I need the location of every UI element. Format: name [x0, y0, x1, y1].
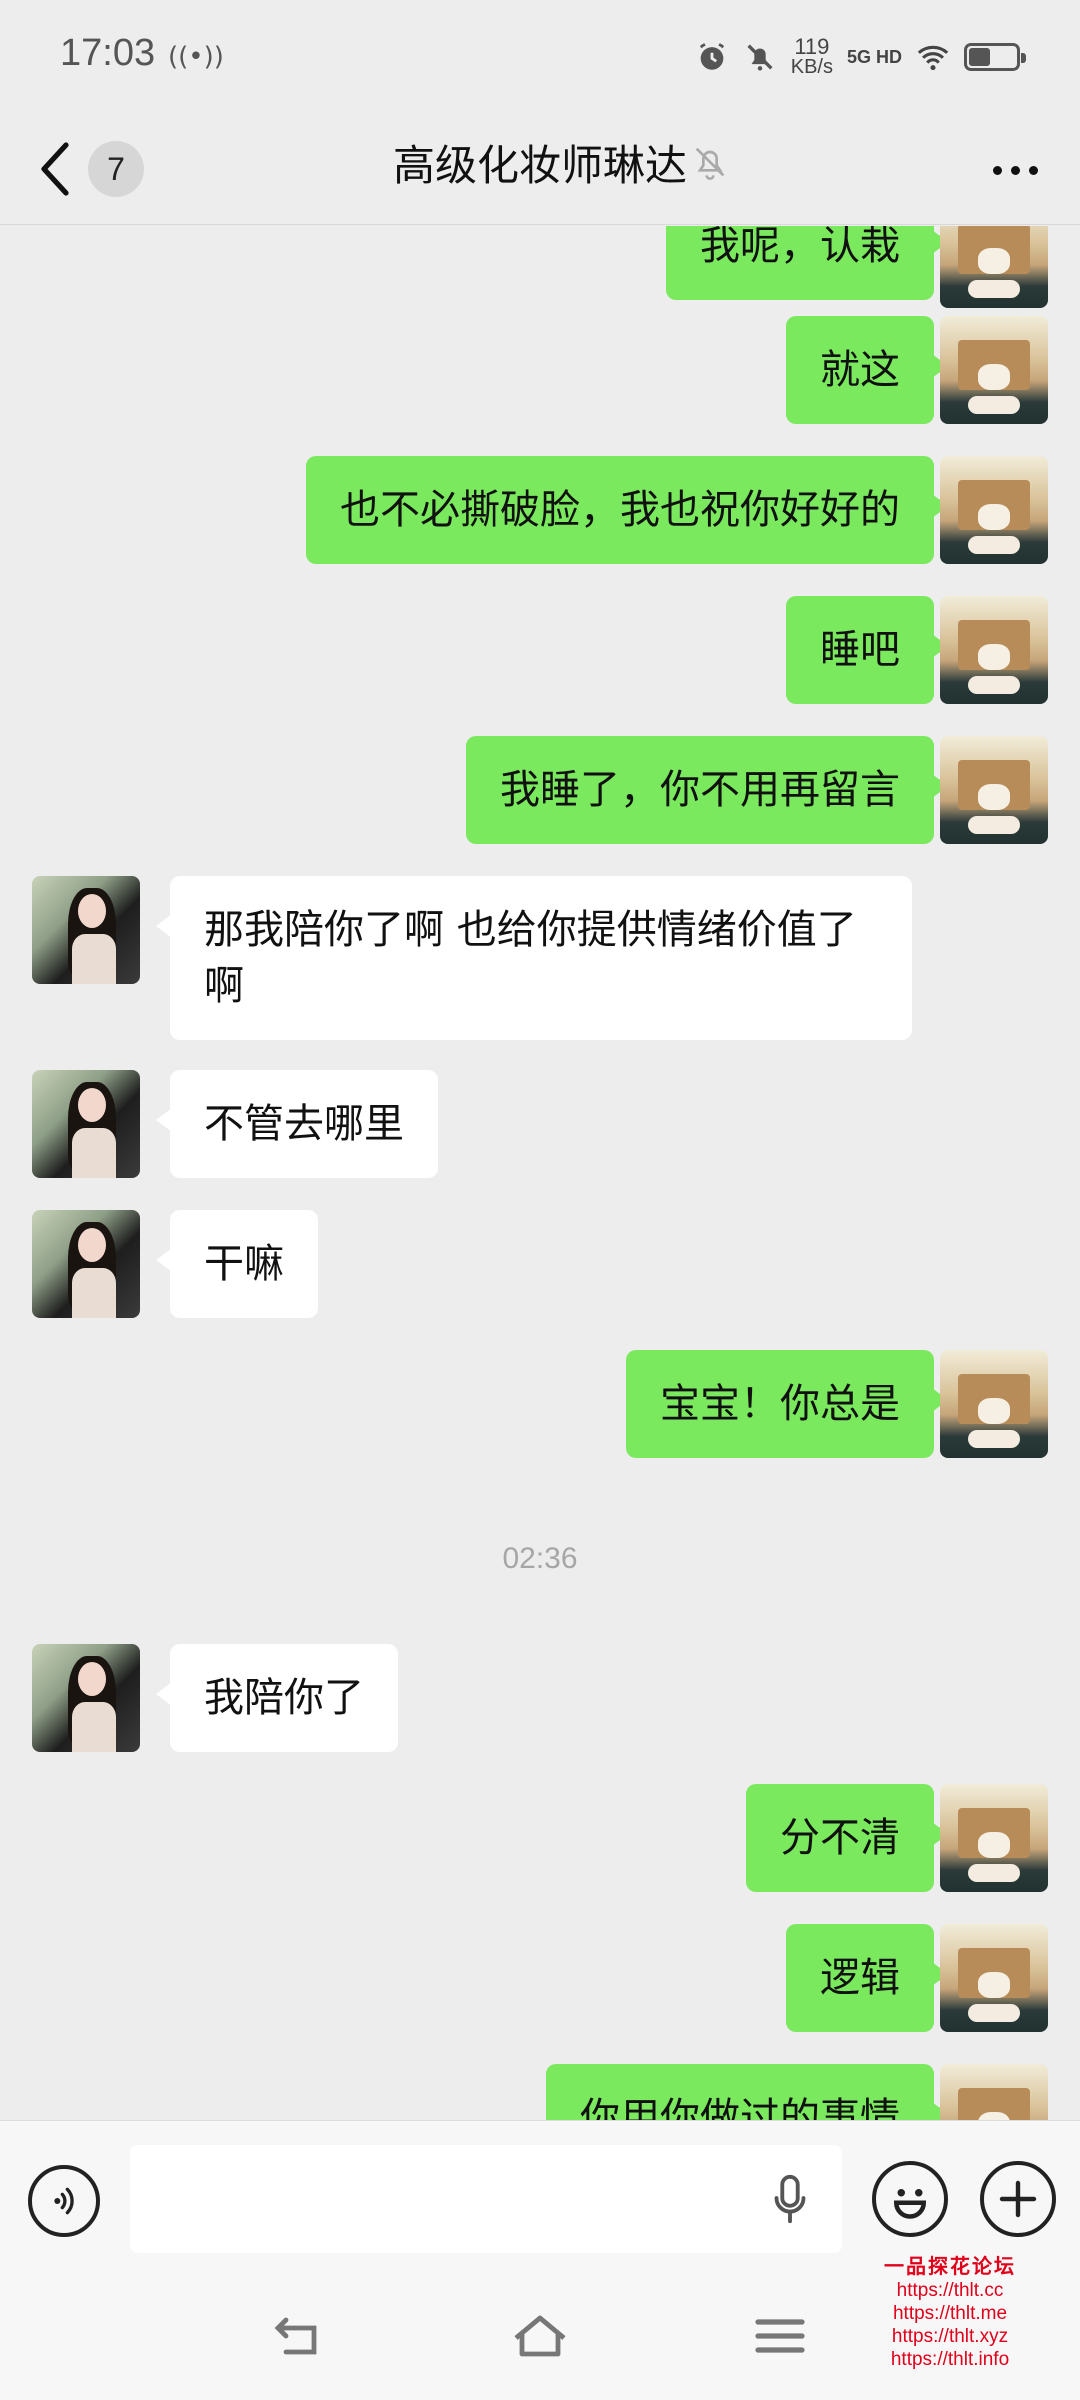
nav-menu-icon[interactable]: [750, 2311, 810, 2361]
chat-area[interactable]: 我呢，认栽 就这 也不必撕破脸，我也祝你好好的 睡吧 我睡了，你不用再留言 那我…: [0, 226, 1080, 2120]
nav-home-icon[interactable]: [510, 2311, 570, 2361]
message-bubble-self[interactable]: 宝宝！你总是: [626, 1350, 948, 1458]
voice-toggle-button[interactable]: [28, 2165, 100, 2237]
watermark: 一品探花论坛 https://thlt.cc https://thlt.me h…: [860, 2250, 1040, 2371]
alarm-icon: [699, 43, 724, 70]
battery-level: [969, 48, 990, 66]
message-bubble-self[interactable]: 你用你做过的事情: [546, 2064, 948, 2120]
message-bubble-self[interactable]: 我呢，认栽: [666, 226, 948, 300]
wifi-icon: [917, 45, 949, 71]
message-bubble-other[interactable]: 我陪你了: [156, 1644, 398, 1752]
silent-bell-icon: [747, 44, 773, 71]
nav-back-icon[interactable]: [270, 2311, 330, 2361]
chat-title: 高级化妆师琳达: [392, 141, 687, 190]
self-avatar[interactable]: [940, 456, 1048, 564]
message-bubble-self[interactable]: 就这: [786, 316, 948, 424]
plus-button[interactable]: [980, 2161, 1056, 2237]
status-time: 17:03: [60, 32, 156, 74]
watermark-link: https://thlt.cc: [896, 2280, 1004, 2301]
more-button[interactable]: [980, 140, 1050, 200]
self-avatar[interactable]: [940, 1784, 1048, 1892]
watermark-title: 一品探花论坛: [884, 2254, 1016, 2278]
message-bubble-self[interactable]: 也不必撕破脸，我也祝你好好的: [306, 456, 948, 564]
contact-avatar[interactable]: [32, 1210, 140, 1318]
self-avatar[interactable]: [940, 736, 1048, 844]
self-avatar[interactable]: [940, 316, 1048, 424]
status-bar: 17:03 ((•)) 119 KB/s 5G HD: [0, 0, 1080, 110]
message-bubble-self[interactable]: 分不清: [746, 1784, 948, 1892]
self-avatar[interactable]: [940, 1350, 1048, 1458]
voice-icon: [54, 2187, 74, 2215]
plus-icon: [999, 2180, 1037, 2218]
status-icons: 119 KB/s 5G HD: [695, 32, 1026, 82]
emoji-button[interactable]: [872, 2161, 948, 2237]
self-avatar[interactable]: [940, 596, 1048, 704]
emoji-icon: [893, 2189, 927, 2219]
watermark-link: https://thlt.xyz: [891, 2326, 1009, 2347]
self-avatar[interactable]: [940, 226, 1048, 308]
message-bubble-other[interactable]: 干嘛: [156, 1210, 318, 1318]
broadcast-icon: ((•)): [168, 42, 224, 72]
message-bubble-self[interactable]: 我睡了，你不用再留言: [466, 736, 948, 844]
self-avatar[interactable]: [940, 2064, 1048, 2120]
contact-avatar[interactable]: [32, 876, 140, 984]
message-bubble-self[interactable]: 逻辑: [786, 1924, 948, 2032]
network-speed: 119 KB/s: [790, 34, 833, 78]
battery-icon: [964, 43, 1026, 71]
chat-header: 7 高级化妆师琳达: [0, 110, 1080, 225]
mute-bell-icon: [695, 147, 725, 180]
self-avatar[interactable]: [940, 1924, 1048, 2032]
watermark-link: https://thlt.me: [892, 2303, 1008, 2324]
message-bubble-self[interactable]: 睡吧: [786, 596, 948, 704]
mic-icon[interactable]: [770, 2173, 810, 2227]
watermark-link: https://thlt.info: [890, 2349, 1010, 2370]
contact-avatar[interactable]: [32, 1070, 140, 1178]
more-icon: [992, 165, 1002, 175]
message-input[interactable]: [130, 2145, 842, 2253]
contact-avatar[interactable]: [32, 1644, 140, 1752]
message-bubble-other[interactable]: 不管去哪里: [156, 1070, 438, 1178]
message-bubble-other[interactable]: 那我陪你了啊 也给你提供情绪价值了啊: [156, 876, 912, 1040]
network-type: 5G HD: [846, 47, 902, 67]
message-timestamp: 02:36: [502, 1542, 578, 1575]
